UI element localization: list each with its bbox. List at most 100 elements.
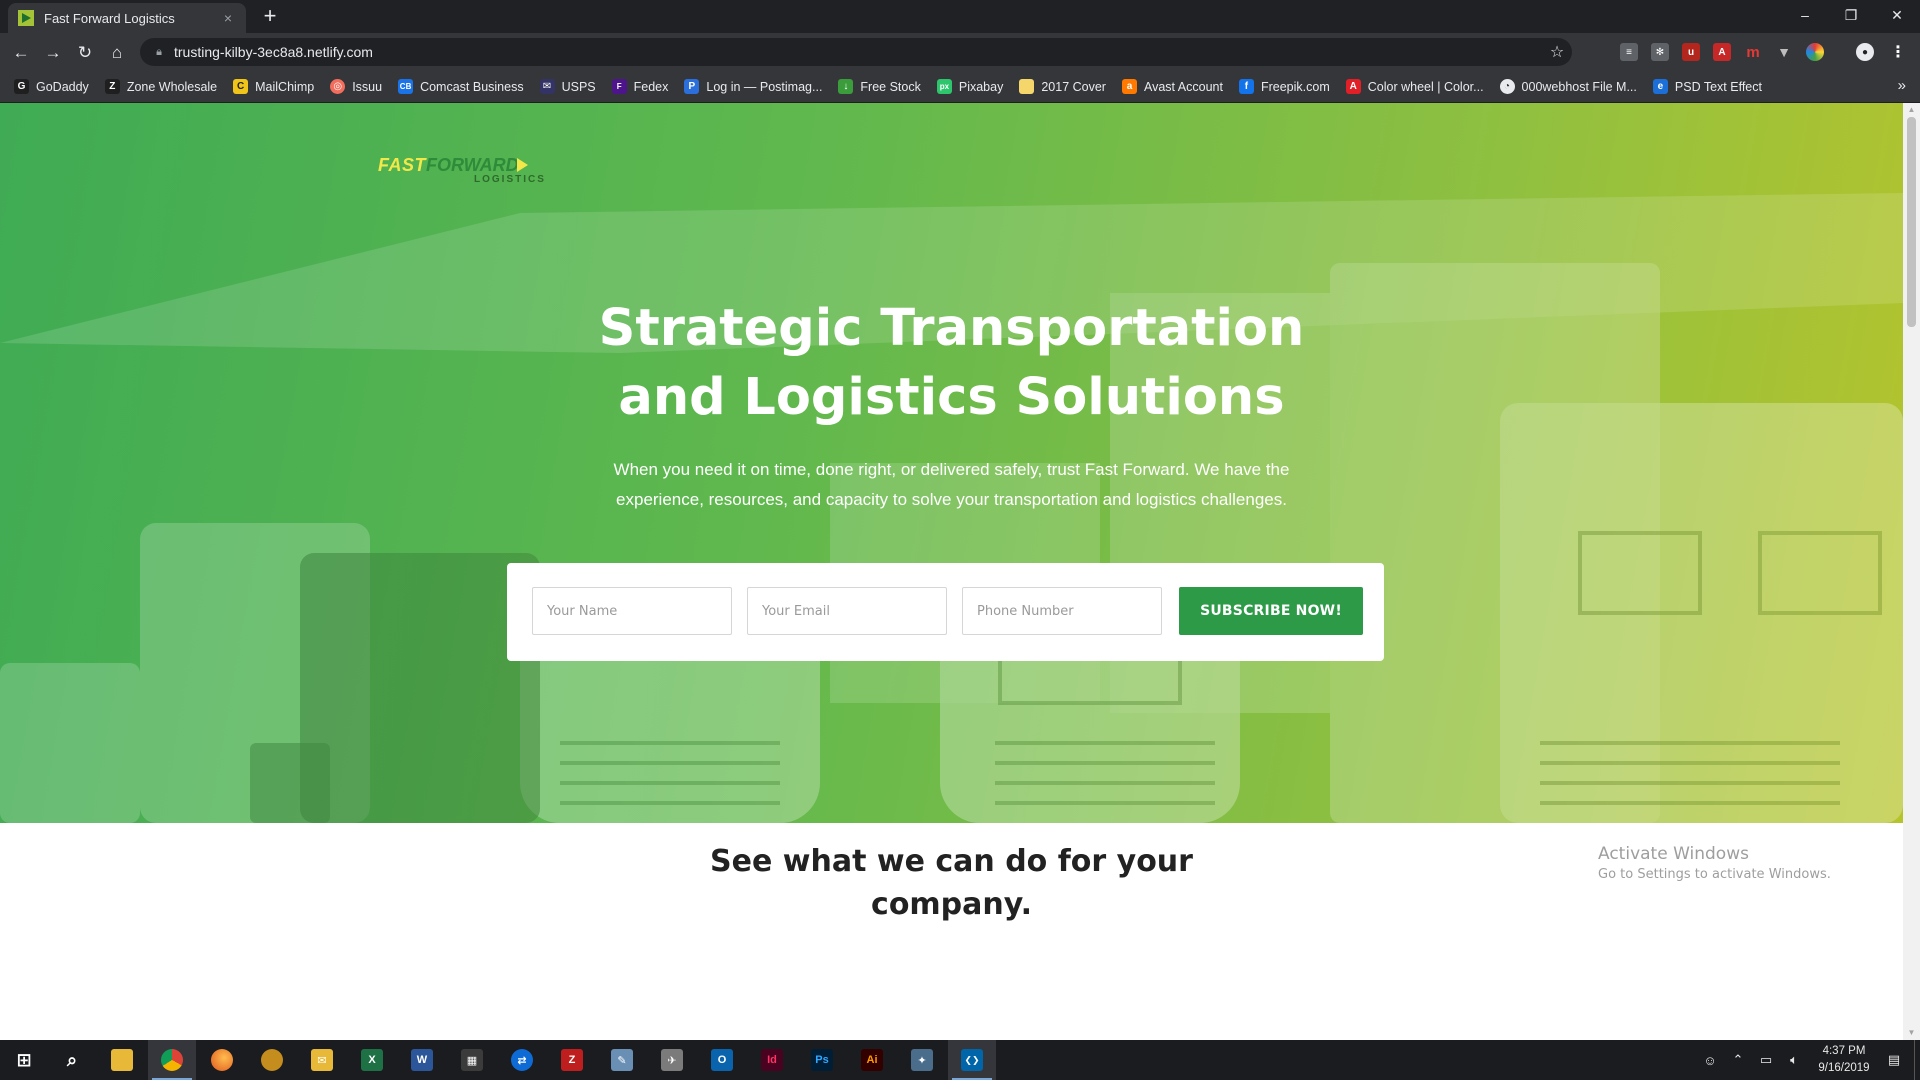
bookmark-2017-cover[interactable]: 2017 Cover bbox=[1019, 79, 1106, 94]
subscribe-button[interactable]: SUBSCRIBE NOW! bbox=[1179, 587, 1363, 635]
taskbar-photoshop[interactable]: Ps bbox=[798, 1040, 846, 1080]
bookmark-free-stock[interactable]: ↓ Free Stock bbox=[838, 79, 921, 94]
word-icon: W bbox=[411, 1049, 433, 1071]
bookmark-star-icon[interactable]: ☆ bbox=[1542, 42, 1572, 62]
webhost-icon: ◔ bbox=[1499, 79, 1515, 94]
profile-avatar[interactable]: ● bbox=[1856, 43, 1874, 61]
bookmark-issuu[interactable]: ◎ Issuu bbox=[330, 79, 382, 94]
windows-taskbar: ⊞ ⌕ ✉ X W ▦ ⇄ Z ✎ ✈ O Id Ps Ai ✦ ❮❯ ☺ ⌃ … bbox=[0, 1040, 1920, 1080]
email-input[interactable] bbox=[747, 587, 947, 635]
browser-menu-icon[interactable]: ⋮ bbox=[1889, 43, 1907, 61]
phone-input[interactable] bbox=[962, 587, 1162, 635]
reload-button[interactable]: ↻ bbox=[72, 40, 98, 66]
bookmark-zone-wholesale[interactable]: Z Zone Wholesale bbox=[104, 79, 217, 94]
bookmark-color-wheel[interactable]: A Color wheel | Color... bbox=[1345, 79, 1484, 94]
taskbar-vscode[interactable]: ❮❯ bbox=[948, 1040, 996, 1080]
new-tab-button[interactable]: + bbox=[258, 4, 282, 28]
hero-description-line-2: experience, resources, and capacity to s… bbox=[616, 490, 1287, 509]
tab-title: Fast Forward Logistics bbox=[44, 10, 175, 26]
indesign-icon: Id bbox=[761, 1049, 783, 1071]
page-scrollbar[interactable]: ▲ ▼ bbox=[1903, 103, 1920, 1040]
hero-title: Strategic Transportation and Logistics S… bbox=[0, 294, 1903, 432]
forward-button[interactable]: → bbox=[40, 40, 66, 66]
taskbar-illustrator[interactable]: Ai bbox=[848, 1040, 896, 1080]
bookmark-pixabay[interactable]: px Pixabay bbox=[936, 79, 1003, 94]
scroll-down-icon[interactable]: ▼ bbox=[1903, 1026, 1920, 1040]
color-picker-extension-icon[interactable] bbox=[1806, 43, 1824, 61]
tab-close-icon[interactable]: × bbox=[220, 10, 236, 26]
hero-title-line-1: Strategic Transportation bbox=[598, 299, 1305, 358]
clock[interactable]: 4:37 PM 9/16/2019 bbox=[1808, 1043, 1880, 1077]
bookmarks-overflow-icon[interactable]: » bbox=[1898, 77, 1906, 94]
windows-logo-icon: ⊞ bbox=[16, 1049, 32, 1070]
taskbar-app-3[interactable]: ✦ bbox=[898, 1040, 946, 1080]
show-desktop-button[interactable] bbox=[1914, 1040, 1920, 1080]
taskbar-notepad[interactable]: ✎ bbox=[598, 1040, 646, 1080]
usps-icon: ✉ bbox=[539, 79, 555, 94]
back-button[interactable]: ← bbox=[8, 40, 34, 66]
bookmarks-bar: G GoDaddy Z Zone Wholesale C MailChimp ◎ Iss… bbox=[0, 71, 1920, 103]
adblock-icon[interactable]: A bbox=[1713, 43, 1731, 61]
hero-description: When you need it on time, done right, or… bbox=[600, 455, 1303, 515]
name-input[interactable] bbox=[532, 587, 732, 635]
activate-windows-watermark: Activate Windows Go to Settings to activ… bbox=[1598, 843, 1831, 885]
taskbar-app-2[interactable]: ✈ bbox=[648, 1040, 696, 1080]
search-button[interactable]: ⌕ bbox=[48, 1040, 96, 1080]
bookmark-000webhost[interactable]: ◔ 000webhost File M... bbox=[1499, 79, 1637, 94]
freestock-icon: ↓ bbox=[838, 79, 854, 94]
scrollbar-thumb[interactable] bbox=[1907, 117, 1916, 327]
network-icon[interactable]: ▭ bbox=[1755, 1052, 1777, 1068]
bookmark-psd-text-effect[interactable]: e PSD Text Effect bbox=[1652, 79, 1762, 94]
scroll-up-icon[interactable]: ▲ bbox=[1903, 103, 1920, 117]
activate-windows-title: Activate Windows bbox=[1598, 844, 1749, 864]
bookmark-freepik[interactable]: f Freepik.com bbox=[1238, 79, 1330, 94]
taskbar-teamviewer[interactable]: ⇄ bbox=[498, 1040, 546, 1080]
fast-forward-logo[interactable]: FASTFORWARD LOGISTICS bbox=[378, 155, 544, 187]
people-icon[interactable]: ☺ bbox=[1699, 1053, 1721, 1068]
doc-icon bbox=[1019, 79, 1035, 94]
bookmark-fedex[interactable]: F Fedex bbox=[611, 79, 668, 94]
taskbar-excel[interactable]: X bbox=[348, 1040, 396, 1080]
notifications-icon[interactable]: ▤ bbox=[1883, 1052, 1905, 1068]
tray-chevron-icon[interactable]: ⌃ bbox=[1727, 1052, 1749, 1068]
excel-icon: X bbox=[361, 1049, 383, 1071]
home-button[interactable]: ⌂ bbox=[104, 40, 130, 66]
bookmark-postimage[interactable]: P Log in — Postimag... bbox=[684, 79, 822, 94]
bookmark-comcast-business[interactable]: CB Comcast Business bbox=[398, 79, 524, 94]
app-icon bbox=[261, 1049, 283, 1071]
taskbar-calculator[interactable]: ▦ bbox=[448, 1040, 496, 1080]
bookmark-godaddy[interactable]: G GoDaddy bbox=[14, 79, 89, 94]
outlook-icon: O bbox=[711, 1049, 733, 1071]
ublock-icon[interactable]: u bbox=[1682, 43, 1700, 61]
taskbar-chrome[interactable] bbox=[148, 1040, 196, 1080]
browser-tab[interactable]: Fast Forward Logistics × bbox=[8, 3, 246, 33]
taskbar-app[interactable] bbox=[248, 1040, 296, 1080]
bookmark-usps[interactable]: ✉ USPS bbox=[539, 79, 596, 94]
bookmark-avast-account[interactable]: a Avast Account bbox=[1121, 79, 1223, 94]
minimize-button[interactable]: – bbox=[1782, 0, 1828, 30]
postimage-icon: P bbox=[684, 79, 700, 94]
taskbar-indesign[interactable]: Id bbox=[748, 1040, 796, 1080]
restore-button[interactable]: ❐ bbox=[1828, 0, 1874, 30]
taskbar-file-explorer[interactable] bbox=[98, 1040, 146, 1080]
taskbar-firefox[interactable] bbox=[198, 1040, 246, 1080]
taskbar-outlook[interactable]: O bbox=[698, 1040, 746, 1080]
address-bar[interactable]: 🔒︎ trusting-kilby-3ec8a8.netlify.com ☆ bbox=[140, 38, 1572, 66]
filezilla-icon: Z bbox=[561, 1049, 583, 1071]
taskbar-word[interactable]: W bbox=[398, 1040, 446, 1080]
m-extension-icon[interactable]: m bbox=[1744, 43, 1762, 61]
start-button[interactable]: ⊞ bbox=[0, 1040, 48, 1080]
taskbar-mail[interactable]: ✉ bbox=[298, 1040, 346, 1080]
airplane-app-icon: ✈ bbox=[661, 1049, 683, 1071]
logo-logistics-text: LOGISTICS bbox=[474, 174, 546, 185]
hero-title-line-2: and Logistics Solutions bbox=[618, 368, 1285, 427]
volume-icon[interactable]: 🔈︎ bbox=[1783, 1052, 1805, 1068]
close-window-button[interactable]: ✕ bbox=[1874, 0, 1920, 30]
taskbar-filezilla[interactable]: Z bbox=[548, 1040, 596, 1080]
v-extension-icon[interactable]: ▼ bbox=[1775, 43, 1793, 61]
zone-icon: Z bbox=[104, 79, 120, 94]
bookmark-mailchimp[interactable]: C MailChimp bbox=[233, 79, 314, 94]
notepad-icon: ✎ bbox=[611, 1049, 633, 1071]
extension-icon-1[interactable]: ≡ bbox=[1620, 43, 1638, 61]
extension-icon-2[interactable]: ✻ bbox=[1651, 43, 1669, 61]
